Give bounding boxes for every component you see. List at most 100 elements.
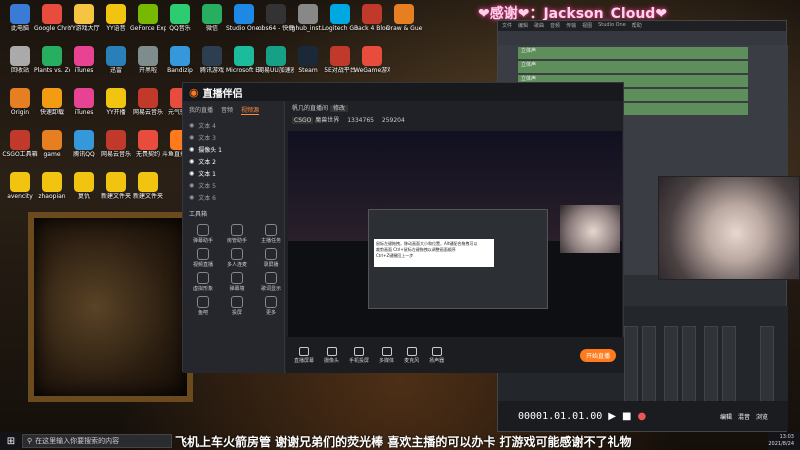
- tool-item[interactable]: 弹幕墙: [221, 270, 253, 292]
- desktop-icon[interactable]: GeForce Experience: [130, 4, 166, 32]
- tool-item[interactable]: 投屏: [221, 294, 253, 316]
- stream-app-window[interactable]: ◉ 直播伴侣 我的直播 音频 视频源 ◉ 文本 4 ◉ 文本 3 ◉ 摄像头 1 ◉ 文本 2…: [182, 82, 624, 373]
- desktop-icon[interactable]: 腾讯游戏: [194, 46, 230, 74]
- desktop-icon[interactable]: 5E对战平台: [322, 46, 358, 74]
- daw-track[interactable]: 立体声: [518, 61, 748, 73]
- media-button[interactable]: 多媒体: [379, 346, 394, 364]
- mixer-channel-strip[interactable]: [664, 326, 678, 406]
- tool-item[interactable]: 主播任务: [255, 222, 287, 244]
- eye-icon[interactable]: ◉: [189, 170, 194, 177]
- desktop-icon[interactable]: 网易云音乐: [130, 88, 166, 116]
- stop-icon[interactable]: ■: [622, 411, 631, 422]
- daw-menu-item[interactable]: 帮助: [632, 22, 642, 30]
- desktop-icon[interactable]: Origin: [2, 88, 38, 116]
- eye-icon[interactable]: ◉: [189, 146, 194, 153]
- eye-icon[interactable]: ◉: [189, 194, 194, 201]
- daw-menu-item[interactable]: 传输: [566, 22, 576, 30]
- tab-my-live[interactable]: 我的直播: [189, 105, 213, 115]
- scene-item[interactable]: ◉ 文本 6: [183, 191, 284, 203]
- desktop-icon[interactable]: zhaopian: [34, 172, 70, 200]
- windows-start-icon[interactable]: ⊞: [0, 432, 22, 450]
- tool-item[interactable]: 弹幕助手: [187, 222, 219, 244]
- start-live-button[interactable]: 开始直播: [579, 348, 616, 362]
- desktop-icon[interactable]: lghub_inst...: [290, 4, 326, 32]
- tool-item[interactable]: 鱼吧: [187, 294, 219, 316]
- tool-item[interactable]: 更多: [255, 294, 287, 316]
- daw-menu-item[interactable]: 音频: [550, 22, 560, 30]
- phone-cast-button[interactable]: 手机投屏: [349, 346, 369, 364]
- play-icon[interactable]: ▶: [608, 411, 616, 422]
- desktop-icon[interactable]: YY开播: [98, 88, 134, 116]
- daw-menu-item[interactable]: 歌曲: [534, 22, 544, 30]
- mixer-channel-strip[interactable]: [704, 326, 718, 406]
- desktop-icon[interactable]: 无畏契约: [130, 130, 166, 158]
- scene-item[interactable]: ◉ 文本 1: [183, 167, 284, 179]
- daw-browse-button[interactable]: 浏览: [756, 412, 768, 421]
- eye-icon[interactable]: ◉: [189, 158, 194, 165]
- desktop-icon[interactable]: Studio One 3: [226, 4, 262, 32]
- desktop-icon[interactable]: 新建文件夹: [98, 172, 134, 200]
- tool-item[interactable]: 多人连麦: [221, 246, 253, 268]
- room-edit-button[interactable]: 修改: [329, 105, 348, 112]
- taskbar-search[interactable]: ⚲ 在这里输入你要搜索的内容: [22, 434, 172, 448]
- screen-capture-button[interactable]: 直播屏幕: [294, 346, 314, 364]
- daw-menu-item[interactable]: 文件: [502, 22, 512, 30]
- desktop-icon[interactable]: QQ音乐: [162, 4, 198, 32]
- desktop-icon[interactable]: Microsoft Edge: [226, 46, 262, 74]
- daw-mix-button[interactable]: 混音: [738, 412, 750, 421]
- daw-menu-item[interactable]: Studio One: [598, 22, 626, 30]
- desktop-icon[interactable]: 新建文件夹: [130, 172, 166, 200]
- record-icon[interactable]: ●: [637, 411, 646, 422]
- desktop-icon[interactable]: 开黑啦: [130, 46, 166, 74]
- daw-menu-item[interactable]: 视图: [582, 22, 592, 30]
- camera-button[interactable]: 摄像头: [324, 346, 339, 364]
- desktop-icon[interactable]: Plants vs. Zombies: [34, 46, 70, 74]
- eye-icon[interactable]: ◉: [189, 182, 194, 189]
- desktop-icon[interactable]: obs64 - 快捷方式: [258, 4, 294, 32]
- mixer-channel-strip[interactable]: [642, 326, 656, 406]
- scene-item[interactable]: ◉ 文本 5: [183, 179, 284, 191]
- microphone-button[interactable]: 麦克风: [404, 346, 419, 364]
- desktop-icon[interactable]: Back 4 Blood Beta: [354, 4, 390, 32]
- desktop-icon[interactable]: 微信: [194, 4, 230, 32]
- desktop-icon[interactable]: 复仇: [66, 172, 102, 200]
- scene-item[interactable]: ◉ 摄像头 1: [183, 143, 284, 155]
- mixer-master-strip[interactable]: [760, 326, 774, 406]
- tool-item[interactable]: 虚拟形象: [187, 270, 219, 292]
- desktop-icon[interactable]: 网易云音乐: [98, 130, 134, 158]
- desktop-icon[interactable]: Draw & Guess: [386, 4, 422, 32]
- daw-edit-button[interactable]: 编辑: [720, 412, 732, 421]
- desktop-icon[interactable]: iTunes: [66, 88, 102, 116]
- mixer-channel-strip[interactable]: [624, 326, 638, 406]
- tool-item[interactable]: 视频直播: [187, 246, 219, 268]
- desktop-icon[interactable]: 腾讯QQ: [66, 130, 102, 158]
- desktop-icon[interactable]: Logitech G HUB: [322, 4, 358, 32]
- category-tag[interactable]: CSGO: [292, 117, 314, 124]
- taskbar-clock[interactable]: 13:03 2021/8/24: [768, 432, 800, 450]
- desktop-icon[interactable]: iTunes: [66, 46, 102, 74]
- desktop-icon[interactable]: YY语音: [98, 4, 134, 32]
- scene-item[interactable]: ◉ 文本 4: [183, 119, 284, 131]
- daw-menu-item[interactable]: 编辑: [518, 22, 528, 30]
- mixer-channel-strip[interactable]: [722, 326, 736, 406]
- sub-category-tag[interactable]: 魔兽世界: [315, 117, 339, 124]
- desktop-icon[interactable]: CSGO工具箱: [2, 130, 38, 158]
- desktop-icon[interactable]: WeGame游戏: [354, 46, 390, 74]
- desktop-icon[interactable]: Steam: [290, 46, 326, 74]
- desktop-icon[interactable]: avencity: [2, 172, 38, 200]
- tab-video-source[interactable]: 视频源: [241, 105, 260, 115]
- tool-item[interactable]: 录屏播: [255, 246, 287, 268]
- desktop-icon[interactable]: 快速卸载: [34, 88, 70, 116]
- desktop-icon[interactable]: Google Chrome: [34, 4, 70, 32]
- eye-icon[interactable]: ◉: [189, 134, 194, 141]
- daw-track[interactable]: 立体声: [518, 47, 748, 59]
- scene-item[interactable]: ◉ 文本 3: [183, 131, 284, 143]
- desktop-icon[interactable]: 迅雷: [98, 46, 134, 74]
- tab-audio[interactable]: 音频: [221, 105, 233, 115]
- speaker-button[interactable]: 扬声器: [429, 346, 444, 364]
- desktop-icon[interactable]: YY游戏大厅: [66, 4, 102, 32]
- desktop-icon[interactable]: 此电脑: [2, 4, 38, 32]
- scene-item[interactable]: ◉ 文本 2: [183, 155, 284, 167]
- desktop-icon[interactable]: Bandizip: [162, 46, 198, 74]
- mixer-channel-strip[interactable]: [682, 326, 696, 406]
